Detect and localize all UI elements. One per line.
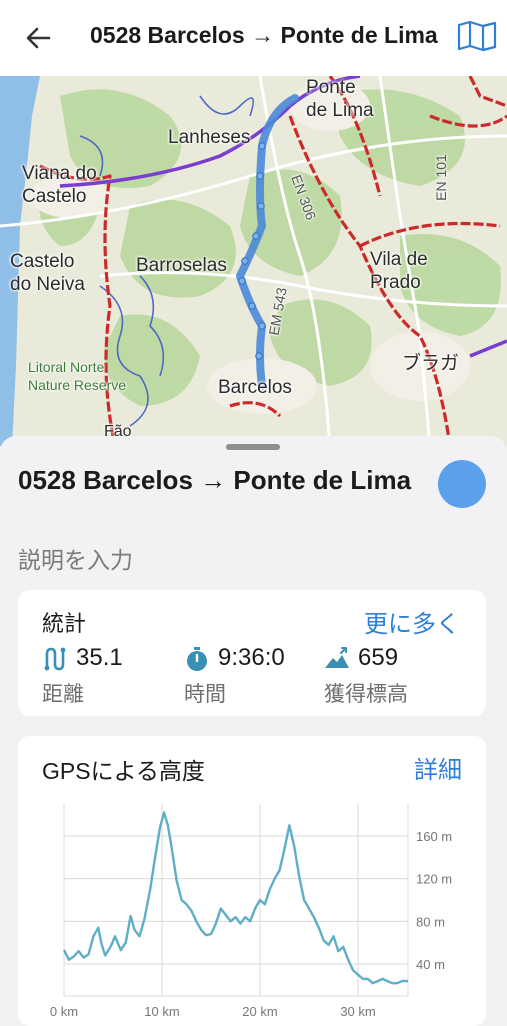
map-label-en101: EN 101 xyxy=(430,154,453,201)
x-tick-label: 0 km xyxy=(50,1004,78,1019)
y-tick-label: 160 m xyxy=(416,829,452,844)
map-label-ponte-de-lima: Pontede Lima xyxy=(306,76,374,122)
map-label-viana: Viana doCastelo xyxy=(22,162,97,208)
distance-value: 35.1 xyxy=(76,644,123,672)
map-label-braga: ブラガ xyxy=(402,352,459,375)
route-details-sheet: 0528 Barcelos → Ponte de Lima 説明を入力 統計 更… xyxy=(0,436,507,1024)
back-button[interactable] xyxy=(18,18,58,58)
elevation-chart[interactable]: 0 km 10 km 20 km 30 km 40 m 80 m 120 m 160 m xyxy=(18,736,486,1026)
map-label-barroselas: Barroselas xyxy=(136,254,227,277)
route-color-button[interactable] xyxy=(438,460,486,508)
stats-heading: 統計 xyxy=(42,606,86,638)
time-label: 時間 xyxy=(184,678,226,708)
top-app-bar: 0528 Barcelos → Ponte de Lima xyxy=(0,0,507,76)
description-input[interactable]: 説明を入力 xyxy=(18,541,133,575)
distance-label: 距離 xyxy=(42,678,84,708)
elevation-card: GPSによる高度 詳細 0 km10 km20 km30 km40 m80 m1… xyxy=(18,736,486,1026)
y-tick-label: 120 m xyxy=(416,872,452,887)
map-label-lanheses: Lanheses xyxy=(168,126,250,149)
folded-map-icon xyxy=(457,20,497,52)
map-label-litoral-norte: Litoral NorteNature Reserve xyxy=(28,358,126,394)
x-tick-label: 10 km xyxy=(144,1004,179,1019)
route-title: 0528 Barcelos → Ponte de Lima xyxy=(18,462,428,498)
x-tick-label: 30 km xyxy=(340,1004,375,1019)
arrow-left-icon xyxy=(23,23,53,53)
x-tick-label: 20 km xyxy=(242,1004,277,1019)
y-tick-label: 40 m xyxy=(416,957,445,972)
map-label-barcelos: Barcelos xyxy=(218,376,292,399)
time-value: 9:36:0 xyxy=(218,644,285,672)
elevation-gain-label: 獲得標高 xyxy=(324,678,408,708)
elevation-gain-icon xyxy=(324,646,350,672)
more-stats-link[interactable]: 更に多く xyxy=(364,604,460,639)
map-label-castelo-neiva: Castelodo Neiva xyxy=(10,250,85,296)
stats-card: 統計 更に多く 35.1 距離 9:36:0 時間 659 xyxy=(18,590,486,716)
y-tick-label: 80 m xyxy=(416,914,445,929)
route-map[interactable]: Pontede Lima Lanheses Viana doCastelo Ca… xyxy=(0,76,507,446)
sheet-drag-handle[interactable] xyxy=(226,444,280,450)
map-label-vila-de-prado: Vila dePrado xyxy=(370,248,428,294)
elevation-series-line xyxy=(64,813,408,984)
elevation-gain-value: 659 xyxy=(358,644,398,672)
route-distance-icon xyxy=(42,646,68,672)
map-view-button[interactable] xyxy=(455,16,499,56)
page-title: 0528 Barcelos → Ponte de Lima xyxy=(90,22,440,49)
stopwatch-icon xyxy=(184,646,210,672)
